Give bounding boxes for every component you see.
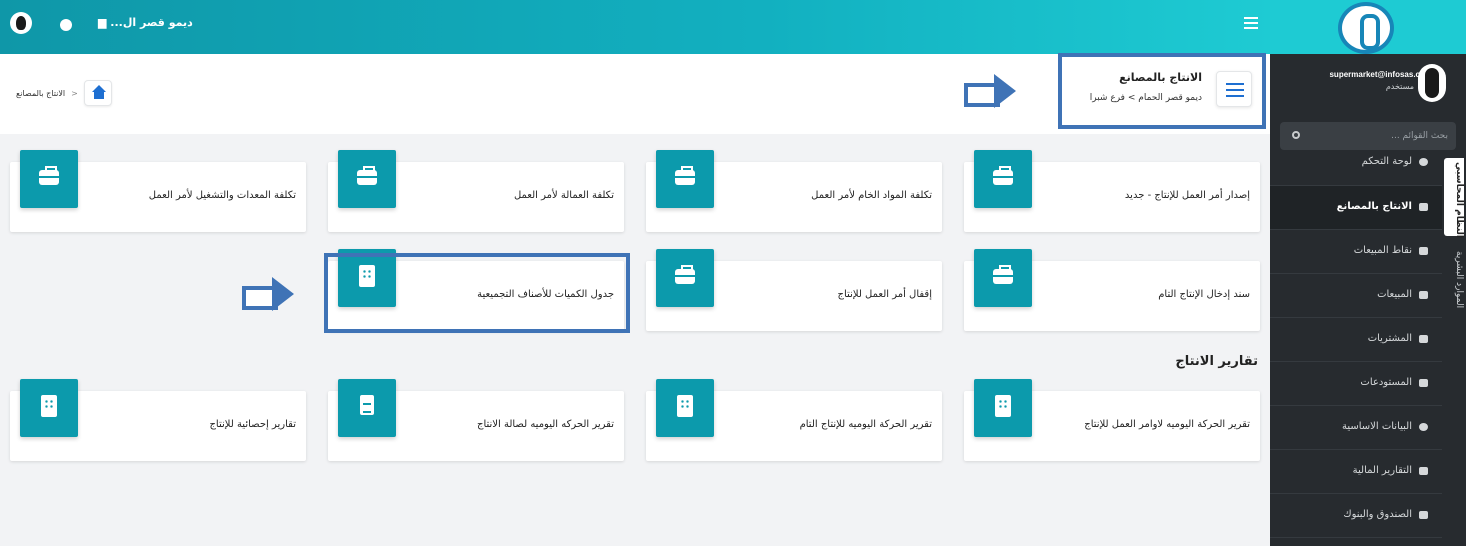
search-icon bbox=[1292, 131, 1300, 139]
arrow-annotation-header bbox=[964, 74, 1018, 108]
toolbox-icon bbox=[20, 150, 78, 208]
page-subtitle: ديمو قصر الحمام > فرع شبرا bbox=[1090, 93, 1202, 103]
sidebar-item-label: لوحة التحكم bbox=[1361, 156, 1412, 167]
sidebar-item-label: المستودعات bbox=[1360, 377, 1412, 388]
card-label: تقرير الحركة اليوميه لاوامر العمل للإنتا… bbox=[1084, 419, 1250, 430]
page-header: الانتاج بالمصانع ديمو قصر الحمام > فرع ش… bbox=[1058, 53, 1266, 129]
sidebar-item-basic-data[interactable]: البيانات الاساسية bbox=[1270, 406, 1442, 450]
list-icon[interactable] bbox=[1216, 71, 1252, 107]
sidebar-item-label: البيانات الاساسية bbox=[1342, 421, 1412, 432]
toolbox-icon bbox=[974, 150, 1032, 208]
top-bar: ديمو قصر ال... ▆ bbox=[0, 0, 1270, 54]
card-label: تكلفة المواد الخام لأمر العمل bbox=[811, 190, 932, 201]
breadcrumb-separator: > bbox=[71, 88, 78, 98]
sidebar-item-label: الصندوق والبنوك bbox=[1343, 509, 1412, 520]
card-label: تقارير إحصائية للإنتاج bbox=[209, 419, 296, 430]
sidebar-item-sales[interactable]: المبيعات bbox=[1270, 274, 1442, 318]
register-icon bbox=[1419, 247, 1428, 255]
building-icon bbox=[20, 379, 78, 437]
card-label: تكلفة المعدات والتشغيل لأمر العمل bbox=[148, 190, 296, 201]
card-report-production-hall[interactable]: تقرير الحركه اليوميه لصالة الانتاج bbox=[328, 379, 624, 461]
sidebar-item-purchases[interactable]: المشتريات bbox=[1270, 318, 1442, 362]
user-avatar-icon[interactable] bbox=[10, 12, 32, 34]
document-icon bbox=[338, 379, 396, 437]
subtitle-company: ديمو قصر الحمام bbox=[1138, 93, 1202, 103]
sidebar-item-label: المبيعات bbox=[1377, 289, 1412, 300]
sidebar-item-label: الانتاج بالمصانع bbox=[1336, 201, 1412, 212]
factory-icon bbox=[1419, 203, 1428, 211]
card-equipment-cost[interactable]: تكلفة المعدات والتشغيل لأمر العمل bbox=[10, 150, 306, 232]
logo-area bbox=[1270, 0, 1466, 54]
card-label: تكلفة العمالة لأمر العمل bbox=[513, 190, 614, 201]
sidebar-menu: لوحة التحكم الانتاج بالمصانع نقاط المبيع… bbox=[1270, 142, 1442, 538]
card-label: تقرير الحركه اليوميه لصالة الانتاج bbox=[477, 419, 614, 430]
card-label: إقفال أمر العمل للإنتاج bbox=[837, 289, 932, 300]
avatar[interactable] bbox=[1418, 64, 1446, 102]
sidebar: supermarket@infosas.com مستخدم لوحة التح… bbox=[1270, 0, 1466, 546]
store-label: ديمو قصر ال... bbox=[110, 16, 193, 29]
toolbox-icon bbox=[338, 150, 396, 208]
home-icon[interactable] bbox=[83, 80, 112, 106]
sidebar-item-pos[interactable]: نقاط المبيعات bbox=[1270, 230, 1442, 274]
reports-section-title: تقارير الانتاج bbox=[1175, 354, 1258, 369]
card-report-work-orders-daily[interactable]: تقرير الحركة اليوميه لاوامر العمل للإنتا… bbox=[964, 379, 1260, 461]
sidebar-item-financial-reports[interactable]: التقارير المالية bbox=[1270, 450, 1442, 494]
arrow-annotation-card bbox=[242, 277, 296, 311]
building-icon bbox=[656, 379, 714, 437]
card-labor-cost[interactable]: تكلفة العمالة لأمر العمل bbox=[328, 150, 624, 232]
breadcrumb-current[interactable]: الانتاج بالمصانع bbox=[16, 89, 65, 98]
sidebar-item-label: المشتريات bbox=[1367, 333, 1412, 344]
subtitle-branch: فرع شبرا bbox=[1089, 93, 1125, 103]
user-role: مستخدم bbox=[1385, 82, 1414, 91]
card-label: سند إدخال الإنتاج التام bbox=[1158, 289, 1250, 300]
globe-icon[interactable] bbox=[60, 19, 72, 31]
sidebar-item-label: التقارير المالية bbox=[1352, 465, 1412, 476]
sidebar-item-factory-production[interactable]: الانتاج بالمصانع bbox=[1270, 186, 1442, 230]
card-report-statistics[interactable]: تقارير إحصائية للإنتاج bbox=[10, 379, 306, 461]
card-close-work-order[interactable]: إقفال أمر العمل للإنتاج bbox=[646, 249, 942, 331]
highlight-box bbox=[324, 253, 630, 333]
info-icon bbox=[1419, 423, 1428, 431]
building-icon bbox=[974, 379, 1032, 437]
card-raw-materials-cost[interactable]: تكلفة المواد الخام لأمر العمل bbox=[646, 150, 942, 232]
money-icon bbox=[1419, 511, 1428, 519]
tab-accounting[interactable]: النظام المحاسبي bbox=[1444, 158, 1464, 238]
card-report-finished-daily[interactable]: تقرير الحركة اليوميه للإنتاج التام bbox=[646, 379, 942, 461]
store-selector[interactable]: ديمو قصر ال... ▆ bbox=[98, 16, 193, 29]
money-icon bbox=[1419, 335, 1428, 343]
tab-hr[interactable]: الموارد البشرية bbox=[1444, 240, 1464, 320]
user-block: supermarket@infosas.com مستخدم bbox=[1270, 60, 1466, 110]
subtitle-separator: > bbox=[1127, 93, 1136, 103]
toolbox-icon bbox=[656, 150, 714, 208]
sidebar-item-warehouses[interactable]: المستودعات bbox=[1270, 362, 1442, 406]
card-label: تقرير الحركة اليوميه للإنتاج التام bbox=[799, 419, 932, 430]
sidebar-item-cash-banks[interactable]: الصندوق والبنوك bbox=[1270, 494, 1442, 538]
truck-icon bbox=[1419, 291, 1428, 299]
archive-icon bbox=[1419, 379, 1428, 387]
page-title: الانتاج بالمصانع bbox=[1119, 71, 1202, 84]
info-icon bbox=[1419, 158, 1428, 166]
user-email: supermarket@infosas.com bbox=[1329, 70, 1432, 79]
card-label: إصدار أمر العمل للإنتاج - جديد bbox=[1124, 190, 1250, 201]
toolbox-icon bbox=[656, 249, 714, 307]
hamburger-menu-icon[interactable] bbox=[1244, 17, 1258, 29]
toolbox-icon bbox=[974, 249, 1032, 307]
file-icon bbox=[1419, 467, 1428, 475]
sidebar-tabs: النظام المحاسبي الموارد البشرية bbox=[1442, 158, 1466, 468]
sidebar-item-dashboard[interactable]: لوحة التحكم bbox=[1270, 142, 1442, 186]
card-issue-work-order[interactable]: إصدار أمر العمل للإنتاج - جديد bbox=[964, 150, 1260, 232]
card-finished-goods-entry[interactable]: سند إدخال الإنتاج التام bbox=[964, 249, 1260, 331]
breadcrumb: الانتاج بالمصانع > bbox=[16, 80, 112, 106]
sidebar-item-label: نقاط المبيعات bbox=[1353, 245, 1412, 256]
company-logo bbox=[1338, 2, 1394, 54]
